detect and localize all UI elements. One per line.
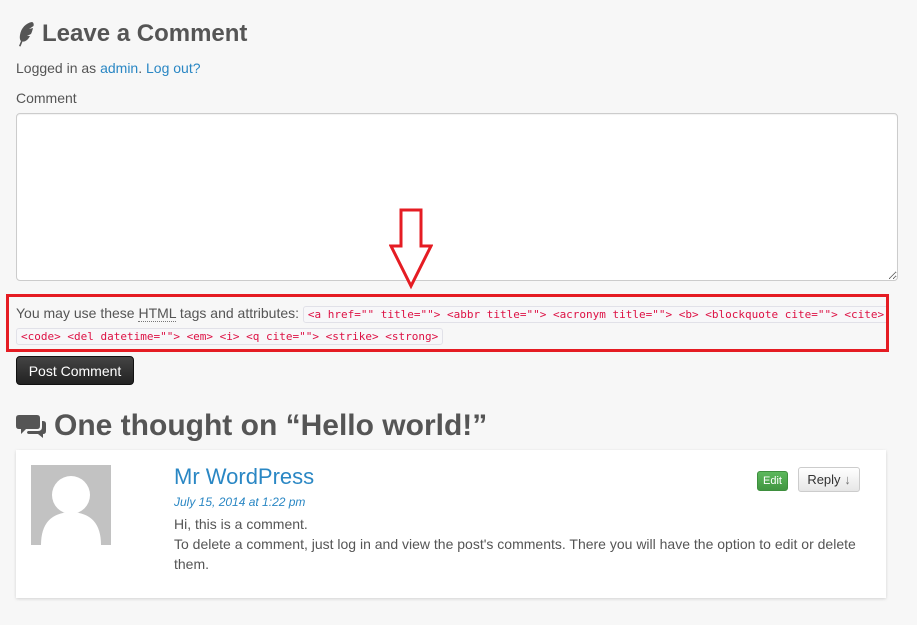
reply-label: Reply bbox=[807, 472, 841, 487]
edit-comment-button[interactable]: Edit bbox=[757, 471, 788, 491]
down-arrow-annotation bbox=[389, 208, 433, 290]
post-comment-button[interactable]: Post Comment bbox=[16, 356, 134, 385]
comment-line: To delete a comment, just log in and vie… bbox=[174, 536, 856, 572]
reply-button[interactable]: Reply ↓ bbox=[798, 467, 860, 492]
feather-icon bbox=[16, 21, 36, 47]
comment-body: Hi, this is a comment. To delete a comme… bbox=[174, 514, 874, 574]
comment-form-title: Leave a Comment bbox=[16, 18, 247, 50]
highlight-box-annotation bbox=[6, 294, 889, 352]
comments-title: One thought on “Hello world!” bbox=[16, 406, 487, 446]
logged-in-prefix: Logged in as bbox=[16, 60, 101, 76]
comment-textarea[interactable] bbox=[16, 113, 898, 281]
comments-title-text: One thought on “Hello world!” bbox=[54, 409, 488, 442]
title-text: Leave a Comment bbox=[42, 20, 248, 47]
comment-item: Mr WordPress July 15, 2014 at 1:22 pm Hi… bbox=[16, 450, 886, 598]
chat-bubbles-icon bbox=[16, 412, 48, 440]
comment-date-link[interactable]: July 15, 2014 at 1:22 pm bbox=[174, 495, 305, 509]
arrow-down-icon: ↓ bbox=[844, 472, 851, 487]
comment-line: Hi, this is a comment. bbox=[174, 516, 308, 532]
username-link[interactable]: admin bbox=[100, 60, 138, 76]
comment-author-link[interactable]: Mr WordPress bbox=[174, 464, 314, 490]
logged-in-as: Logged in as admin. Log out? bbox=[16, 60, 201, 76]
default-avatar-icon bbox=[41, 476, 101, 545]
avatar bbox=[31, 465, 111, 545]
logged-in-separator: . bbox=[138, 60, 146, 76]
logout-link[interactable]: Log out? bbox=[146, 60, 201, 76]
comment-field-label: Comment bbox=[16, 90, 77, 106]
